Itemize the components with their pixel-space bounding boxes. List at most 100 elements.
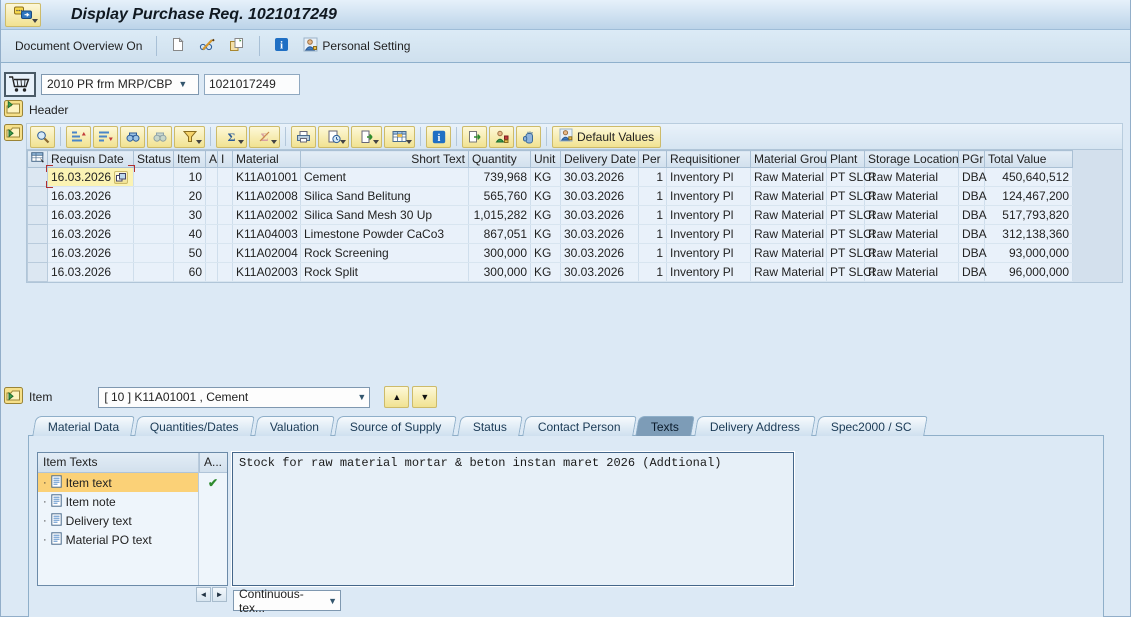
subtotal-icon[interactable]: Σ (249, 126, 280, 148)
default-values-icon (559, 128, 573, 145)
hold-icon[interactable] (516, 126, 541, 148)
sort-ascending-icon[interactable] (66, 126, 91, 148)
filter-icon[interactable] (174, 126, 205, 148)
table-row: 16.03.2026 50 K11A02004 Rock Screening 3… (28, 244, 1073, 263)
tab-source-of-supply[interactable]: Source of Supply (334, 416, 457, 436)
column-header[interactable]: Requisn Date (48, 151, 134, 168)
tab-material-data[interactable]: Material Data (32, 416, 135, 436)
sort-descending-icon[interactable] (93, 126, 118, 148)
print-icon[interactable] (291, 126, 316, 148)
display-change-button[interactable] (195, 35, 219, 57)
row-selector[interactable] (28, 263, 48, 282)
text-exists-check-icon: ✔ (199, 476, 227, 490)
column-header[interactable]: Per (639, 151, 667, 168)
column-header[interactable]: Delivery Date (561, 151, 639, 168)
chevron-down-icon: ▼ (420, 392, 429, 402)
default-values-button[interactable]: Default Values (552, 126, 661, 148)
column-header[interactable]: Requisitioner (667, 151, 751, 168)
toolbar-separator (259, 36, 260, 56)
choose-layout-icon[interactable] (384, 126, 415, 148)
collapse-items-button[interactable] (4, 124, 23, 144)
column-header[interactable]: Status (134, 151, 174, 168)
graphic-icon[interactable] (489, 126, 514, 148)
column-header[interactable]: Material (233, 151, 301, 168)
document-overview-button[interactable]: Document Overview On (11, 36, 146, 56)
tab-delivery-address[interactable]: Delivery Address (695, 416, 817, 436)
table-row: 16.03.2026 40 K11A04003 Limestone Powder… (28, 225, 1073, 244)
expand-header-button[interactable] (4, 100, 23, 120)
tab-spec2000-sc[interactable]: Spec2000 / SC (816, 416, 928, 436)
main-area: 2010 PR frm MRP/CBP ▼ Header (1, 63, 1130, 617)
table-config-header[interactable] (28, 151, 48, 168)
row-selector[interactable] (28, 244, 48, 263)
print-preview-icon[interactable] (318, 126, 349, 148)
column-header[interactable]: I (218, 151, 233, 168)
row-selector[interactable] (28, 206, 48, 225)
drilldown-icon[interactable] (114, 171, 128, 184)
item-section-label: Item (29, 390, 52, 404)
column-header[interactable]: PGr (959, 151, 985, 168)
tab-quantities-dates[interactable]: Quantities/Dates (135, 416, 255, 436)
information-icon[interactable]: i (426, 126, 451, 148)
display-change-icon (199, 37, 215, 55)
svg-text:i: i (437, 133, 440, 144)
item-tab-strip: Material Data Quantities/Dates Valuation… (34, 413, 1126, 436)
column-header[interactable]: Storage Location (865, 151, 959, 168)
chevron-up-icon: ▲ (392, 392, 401, 402)
column-header[interactable]: Material Group (751, 151, 827, 168)
svg-text:i: i (280, 40, 283, 52)
next-item-button[interactable]: ▼ (412, 386, 437, 408)
approval-column-header: A... (199, 453, 227, 472)
items-table-container: Requisn DateStatusItemAIMaterialShort Te… (26, 149, 1123, 283)
column-header[interactable]: Unit (531, 151, 561, 168)
session-icon (14, 6, 32, 23)
row-selector[interactable] (28, 168, 48, 187)
chevron-down-icon: ▼ (357, 392, 366, 402)
row-selector[interactable] (28, 187, 48, 206)
scroll-right-icon[interactable]: ► (212, 587, 227, 602)
default-values-label: Default Values (577, 130, 654, 144)
export-icon[interactable] (351, 126, 382, 148)
item-texts-list: Item Texts A... · (37, 452, 228, 586)
tab-status[interactable]: Status (457, 416, 523, 436)
create-document-icon (171, 37, 185, 55)
previous-item-button[interactable]: ▲ (384, 386, 409, 408)
column-header[interactable]: Item (174, 151, 206, 168)
copy-button[interactable] (225, 35, 249, 57)
tab-texts[interactable]: Texts (636, 416, 696, 436)
column-header[interactable]: Quantity (469, 151, 531, 168)
list-horizontal-scrollbar: ◄ ► (37, 586, 228, 603)
tab-valuation[interactable]: Valuation (254, 416, 335, 436)
doc-type-select[interactable]: 2010 PR frm MRP/CBP ▼ (41, 74, 199, 95)
column-header[interactable]: Total Value (985, 151, 1073, 168)
create-document-button[interactable] (167, 35, 189, 57)
details-icon[interactable] (30, 126, 55, 148)
item-select[interactable]: [ 10 ] K11A01001 , Cement ▼ (98, 387, 370, 408)
grid-toolbar: Σ Σ i (26, 123, 1123, 149)
text-document-icon (51, 532, 62, 548)
copy-icon[interactable] (462, 126, 487, 148)
bullet-icon: · (43, 534, 47, 546)
text-format-select[interactable]: Continuous-tex... ▼ (233, 590, 341, 611)
bullet-icon: · (43, 515, 47, 527)
personal-setting-button[interactable]: Personal Setting (299, 35, 414, 57)
information-button[interactable]: i (270, 35, 293, 57)
column-header[interactable]: Plant (827, 151, 865, 168)
column-header[interactable]: A (206, 151, 218, 168)
find-next-icon[interactable] (147, 126, 172, 148)
personal-setting-label: Personal Setting (322, 39, 410, 53)
row-selector[interactable] (28, 225, 48, 244)
column-header[interactable]: Short Text (301, 151, 469, 168)
text-document-icon (51, 513, 62, 529)
items-table-body: 16.03.2026 10 K11A01001 Cement 739,968 K… (28, 168, 1073, 282)
tab-contact-person[interactable]: Contact Person (522, 416, 636, 436)
find-icon[interactable] (120, 126, 145, 148)
text-editor[interactable]: Stock for raw material mortar & beton in… (232, 452, 794, 586)
session-menu-button[interactable] (5, 3, 41, 27)
doc-number-field[interactable] (204, 74, 300, 95)
table-config-icon (31, 152, 45, 166)
collapse-item-button[interactable] (4, 387, 23, 407)
scroll-left-icon[interactable]: ◄ (196, 587, 211, 602)
sum-icon[interactable]: Σ (216, 126, 247, 148)
page-title: Display Purchase Req. 1021017249 (71, 6, 337, 24)
